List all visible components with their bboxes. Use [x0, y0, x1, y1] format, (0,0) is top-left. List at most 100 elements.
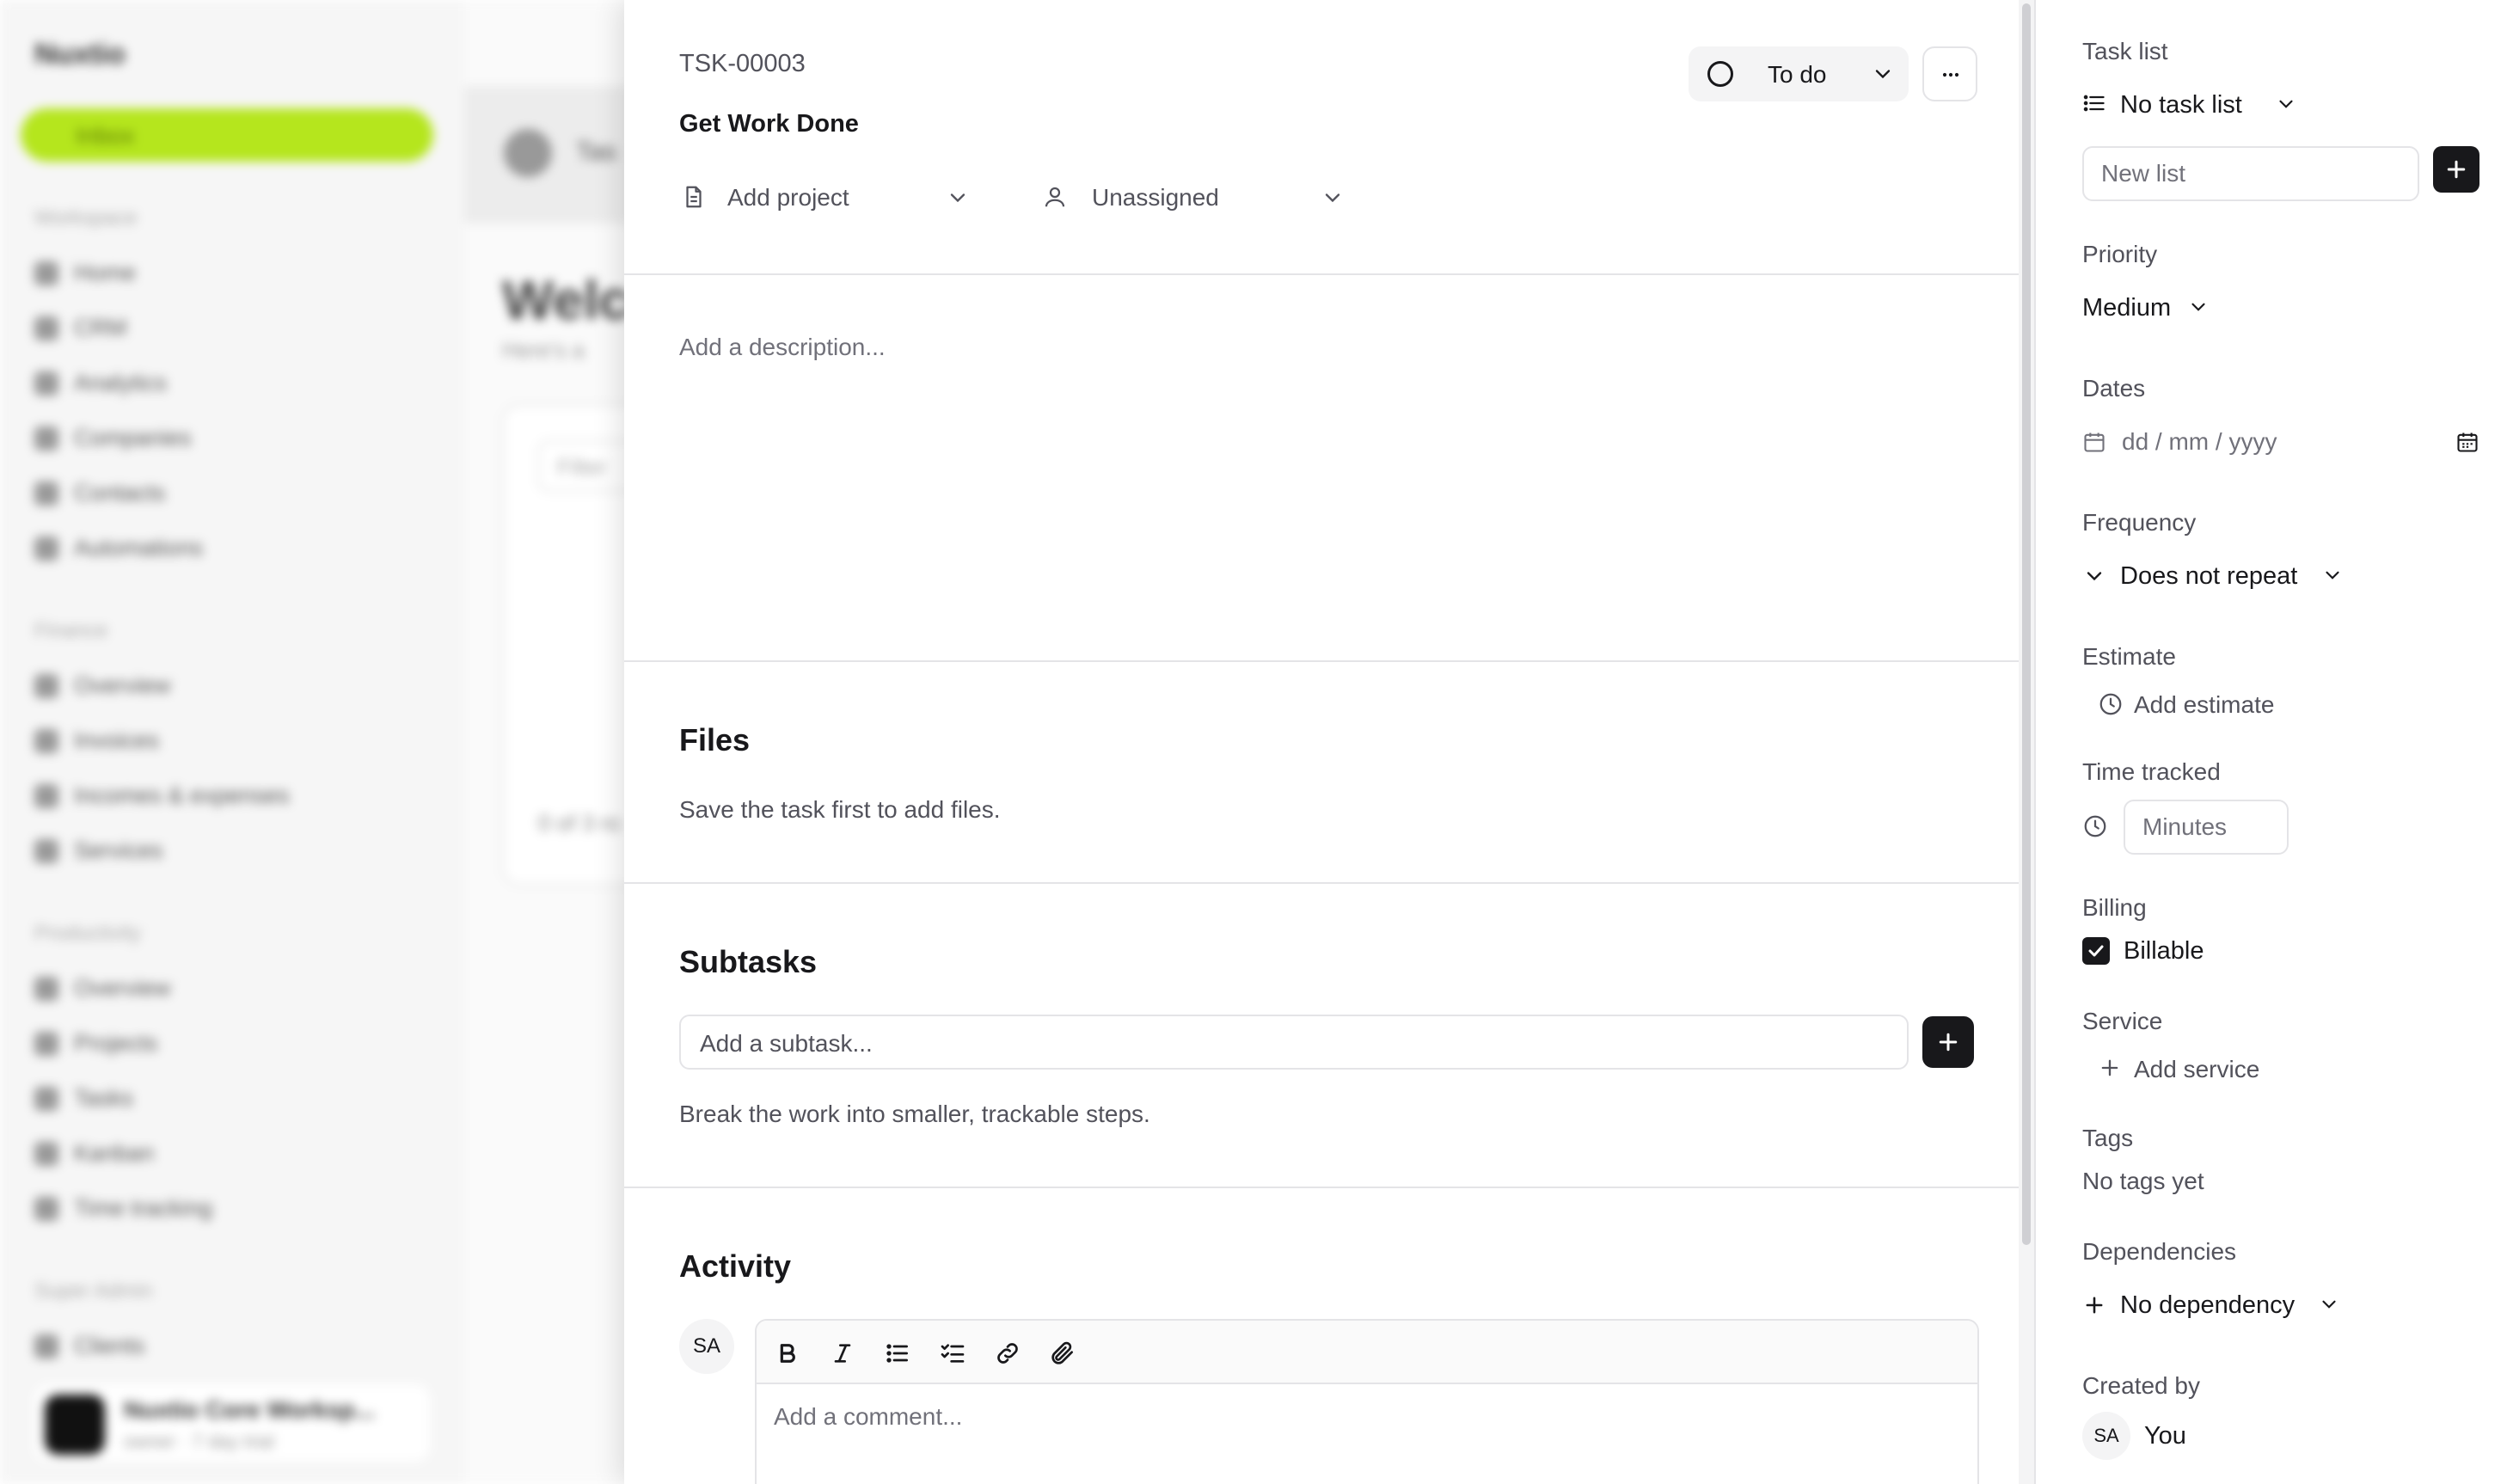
- background-active-nav-label: Inbox: [76, 122, 135, 149]
- dependency-value: No dependency: [2120, 1291, 2296, 1319]
- activity-heading: Activity: [679, 1248, 792, 1284]
- add-service-button[interactable]: Add service: [2098, 1049, 2304, 1087]
- chevron-down-icon: [2326, 571, 2339, 579]
- frequency-value: Does not repeat: [2120, 562, 2298, 590]
- dependencies-label: Dependencies: [2082, 1238, 2237, 1265]
- task-title[interactable]: Get Work Done: [679, 110, 859, 138]
- add-subtask-button[interactable]: [1922, 1016, 1974, 1068]
- comment-editor[interactable]: Add a comment...: [755, 1319, 1979, 1484]
- italic-icon[interactable]: [829, 1340, 856, 1367]
- assignee-select[interactable]: Unassigned: [1092, 177, 1350, 218]
- subtasks-hint: Break the work into smaller, trackable s…: [679, 1101, 1150, 1127]
- add-estimate-label: Add estimate: [2134, 691, 2275, 718]
- chevron-down-icon: [1875, 70, 1891, 79]
- created-by-label: Created by: [2082, 1372, 2200, 1399]
- background-section-label: Super Admin: [34, 1279, 153, 1303]
- bold-icon[interactable]: [774, 1340, 801, 1367]
- task-id: TSK-00003: [679, 50, 806, 77]
- clock-icon: [2084, 815, 2106, 837]
- new-list-input[interactable]: New list: [2082, 146, 2419, 201]
- paperclip-icon[interactable]: [1049, 1340, 1076, 1367]
- date-input[interactable]: dd / mm / yyyy: [2082, 421, 2481, 463]
- background-active-nav: Inbox: [21, 108, 433, 162]
- background-nav-item: Invoices: [34, 727, 159, 754]
- priority-select[interactable]: Medium: [2082, 287, 2254, 328]
- new-list-placeholder: New list: [2101, 160, 2186, 187]
- task-list-select[interactable]: No task list: [2082, 84, 2340, 126]
- add-service-label: Add service: [2134, 1056, 2260, 1082]
- plus-icon: [2447, 160, 2466, 179]
- background-workspace-switcher: Nuxtio Core Worksp... owner · 7 day tria…: [34, 1384, 430, 1462]
- background-workspace-logo: [45, 1395, 105, 1455]
- avatar-initials: SA: [692, 1334, 720, 1358]
- task-main-column: TSK-00003 Get Work Done To do Add projec…: [624, 0, 2019, 1484]
- billing-label: Billing: [2082, 894, 2147, 921]
- bullet-list-icon[interactable]: [884, 1340, 911, 1367]
- creator-avatar: SA: [2082, 1412, 2130, 1460]
- checklist-icon[interactable]: [939, 1340, 966, 1367]
- status-dropdown[interactable]: To do: [1689, 46, 1909, 101]
- background-sidebar: Nuxtio Inbox Workspace Home CRM Analytic…: [0, 0, 464, 1484]
- calendar-picker-icon[interactable]: [2455, 430, 2479, 454]
- divider: [624, 1187, 2019, 1188]
- divider: [624, 273, 2019, 275]
- avatar: SA: [679, 1319, 734, 1374]
- scrollbar-thumb[interactable]: [2022, 3, 2031, 1245]
- frequency-label: Frequency: [2082, 509, 2197, 536]
- clock-icon: [2099, 693, 2122, 715]
- dates-label: Dates: [2082, 375, 2146, 402]
- background-nav-item: Projects: [34, 1030, 158, 1057]
- editor-toolbar: [757, 1321, 1977, 1384]
- background-nav-item: Time tracking: [34, 1195, 212, 1222]
- link-icon[interactable]: [994, 1340, 1021, 1367]
- billable-checkbox[interactable]: [2082, 937, 2110, 965]
- description-editor[interactable]: Add a description...: [679, 334, 886, 361]
- task-list-value: No task list: [2120, 91, 2242, 119]
- list-icon: [2083, 95, 2105, 112]
- background-nav-item: Overview: [34, 975, 171, 1002]
- minutes-placeholder: Minutes: [2142, 813, 2228, 840]
- dependency-select[interactable]: No dependency: [2082, 1285, 2357, 1326]
- task-list-label: Task list: [2082, 38, 2168, 64]
- add-estimate-button[interactable]: Add estimate: [2098, 684, 2321, 722]
- files-note: Save the task first to add files.: [679, 796, 1001, 823]
- background-nav-item: Automations: [34, 535, 203, 561]
- chevron-down-icon: [2279, 100, 2293, 108]
- status-circle-icon: [1707, 61, 1733, 87]
- files-heading: Files: [679, 722, 751, 757]
- tags-value: No tags yet: [2082, 1168, 2204, 1194]
- frequency-select[interactable]: Does not repeat: [2082, 555, 2357, 597]
- add-list-button[interactable]: [2433, 146, 2479, 193]
- background-nav-item: CRM: [34, 315, 127, 341]
- project-select[interactable]: Add project: [727, 177, 985, 218]
- billable-label: Billable: [2124, 937, 2204, 965]
- status-label: To do: [1768, 61, 1827, 88]
- more-horizontal-icon: [1942, 72, 1959, 77]
- background-workspace-name: Nuxtio Core Worksp...: [124, 1396, 375, 1423]
- user-icon: [1045, 187, 1065, 207]
- service-label: Service: [2082, 1008, 2163, 1034]
- priority-label: Priority: [2082, 241, 2158, 267]
- chevron-down-icon: [2191, 303, 2205, 311]
- chevron-down-icon: [2322, 1300, 2336, 1309]
- background-nav-item: Incomes & expenses: [34, 782, 290, 809]
- assignee-select-label: Unassigned: [1092, 184, 1219, 211]
- comment-placeholder: Add a comment...: [774, 1403, 963, 1430]
- background-nav-item: Companies: [34, 425, 192, 451]
- date-placeholder: dd / mm / yyyy: [2122, 428, 2277, 455]
- background-section-label: Productivity: [34, 922, 142, 945]
- priority-value: Medium: [2082, 294, 2172, 322]
- subtasks-heading: Subtasks: [679, 944, 818, 979]
- created-by-value: You: [2144, 1422, 2186, 1450]
- minutes-input[interactable]: Minutes: [2124, 800, 2289, 855]
- task-properties-panel: Task list No task list New list Priority…: [2034, 0, 2507, 1484]
- more-options-button[interactable]: [1922, 46, 1977, 101]
- task-modal: TSK-00003 Get Work Done To do Add projec…: [624, 0, 2507, 1484]
- background-brand: Nuxtio: [34, 38, 126, 71]
- background-section-label: Workspace: [34, 206, 138, 230]
- divider: [624, 660, 2019, 662]
- chevron-down-icon: [1325, 193, 1340, 203]
- plus-icon: [2086, 1297, 2103, 1314]
- plus-icon: [1939, 1033, 1958, 1052]
- subtask-input[interactable]: Add a subtask...: [679, 1015, 1909, 1070]
